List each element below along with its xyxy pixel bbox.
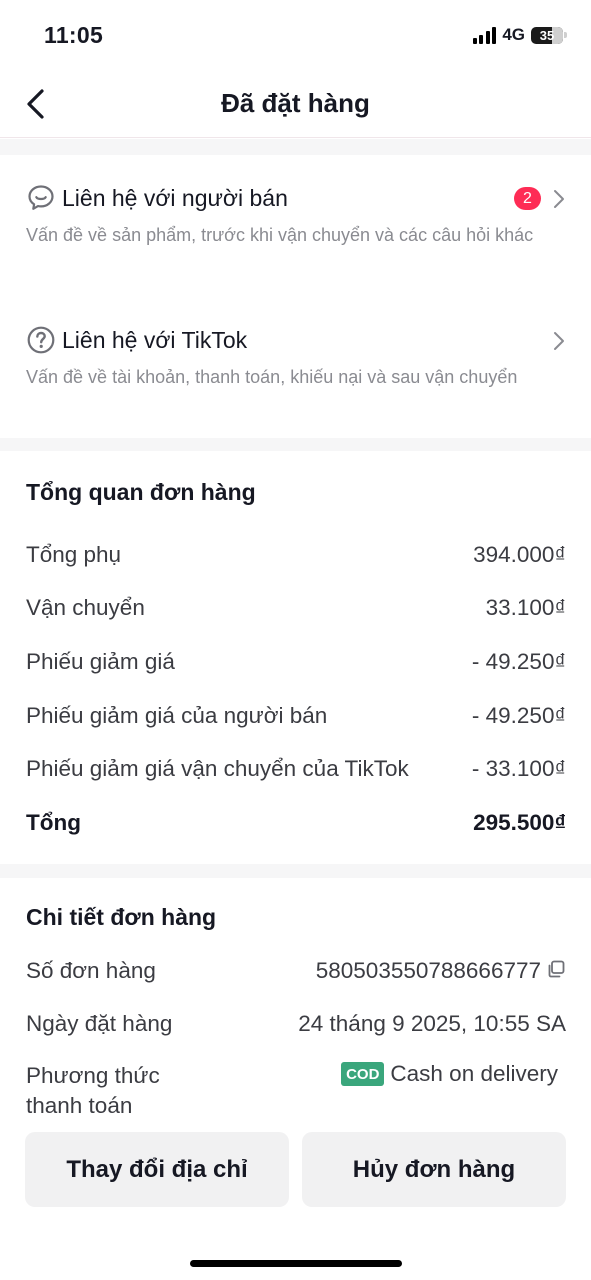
chevron-right-icon [554, 190, 564, 208]
contact-tiktok-description: Vấn đề về tài khoản, thanh toán, khiếu n… [26, 367, 518, 387]
summary-row-seller-voucher: Phiếu giảm giá của người bán - 49.250₫ [26, 703, 566, 733]
summary-row-total: Tổng 295.500₫ [26, 810, 566, 840]
order-date-label: Ngày đặt hàng [26, 1011, 173, 1036]
section-divider [0, 438, 591, 451]
battery-level: 35 [539, 27, 555, 43]
payment-method-value: Cash on delivery [390, 1061, 558, 1086]
contact-tiktok-label: Liên hệ với TikTok [62, 326, 248, 353]
battery-cap [564, 32, 567, 38]
contact-seller-label: Liên hệ với người bán [62, 184, 288, 211]
network-type: 4G [502, 25, 525, 44]
summary-row-shipping: Vận chuyển 33.100₫ [26, 595, 566, 625]
contact-seller-title: Liên hệ với người bán [26, 183, 288, 213]
contact-tiktok-row[interactable]: Liên hệ với TikTok Vấn đề về tài khoản, … [0, 325, 591, 435]
summary-value: 33.100₫ [485, 595, 566, 620]
unread-badge: 2 [514, 187, 541, 210]
summary-row-voucher: Phiếu giảm giá - 49.250₫ [26, 649, 566, 679]
total-value: 295.500₫ [473, 810, 566, 835]
contact-seller-row[interactable]: Liên hệ với người bán 2 Vấn đề về sản ph… [0, 183, 591, 293]
summary-value: 394.000₫ [473, 542, 566, 567]
details-title: Chi tiết đơn hàng [26, 904, 217, 930]
chevron-right-icon [554, 332, 564, 350]
overview-title: Tổng quan đơn hàng [26, 479, 256, 505]
help-circle-icon [27, 326, 55, 354]
copy-icon[interactable] [546, 959, 566, 979]
summary-label: Tổng phụ [26, 542, 122, 567]
order-date-value: 24 tháng 9 2025, 10:55 SA [298, 1011, 566, 1036]
chat-bubble-icon [28, 185, 54, 210]
cod-badge: COD [341, 1062, 385, 1086]
nav-bar: Đã đặt hàng [0, 70, 591, 138]
summary-label: Phiếu giảm giá của người bán [26, 703, 328, 728]
summary-label: Vận chuyển [26, 595, 145, 620]
order-number-value-wrap: 580503550788666777 [316, 958, 566, 984]
status-time: 11:05 [44, 22, 104, 48]
page-title: Đã đặt hàng [221, 88, 370, 118]
contact-seller-description: Vấn đề về sản phẩm, trước khi vận chuyển… [26, 225, 534, 245]
section-divider [0, 864, 591, 878]
status-bar: 11:05 4G 35 [0, 0, 591, 70]
contact-tiktok-title: Liên hệ với TikTok [26, 325, 247, 355]
summary-value: - 49.250₫ [471, 703, 566, 728]
order-number-value: 580503550788666777 [315, 958, 541, 983]
home-indicator [190, 1260, 402, 1267]
payment-method-value-wrap: COD Cash on delivery [341, 1061, 558, 1087]
summary-value: - 33.100₫ [471, 756, 566, 781]
signal-icon [472, 26, 497, 44]
section-divider [0, 139, 591, 155]
status-indicators: 4G 35 [472, 25, 567, 45]
summary-label: Phiếu giảm giá vận chuyển của TikTok [26, 756, 409, 781]
order-number-label: Số đơn hàng [26, 958, 156, 983]
battery-icon: 35 [531, 26, 563, 44]
payment-method-row: Phương thức thanh toán COD Cash on delive… [26, 1061, 566, 1121]
bottom-action-bar: Thay đổi địa chỉ Hủy đơn hàng [0, 1115, 591, 1280]
order-number-row: Số đơn hàng 580503550788666777 [26, 958, 566, 988]
total-label: Tổng [26, 810, 81, 835]
summary-row-subtotal: Tổng phụ 394.000₫ [26, 542, 566, 572]
summary-value: - 49.250₫ [471, 649, 566, 674]
payment-method-label: Phương thức thanh toán [26, 1063, 160, 1118]
summary-row-shipping-voucher: Phiếu giảm giá vận chuyển của TikTok - 3… [26, 756, 566, 786]
change-address-button[interactable]: Thay đổi địa chỉ [25, 1132, 289, 1207]
cancel-order-button[interactable]: Hủy đơn hàng [302, 1132, 566, 1207]
order-date-row: Ngày đặt hàng 24 tháng 9 2025, 10:55 SA [26, 1011, 566, 1041]
summary-label: Phiếu giảm giá [26, 649, 175, 674]
